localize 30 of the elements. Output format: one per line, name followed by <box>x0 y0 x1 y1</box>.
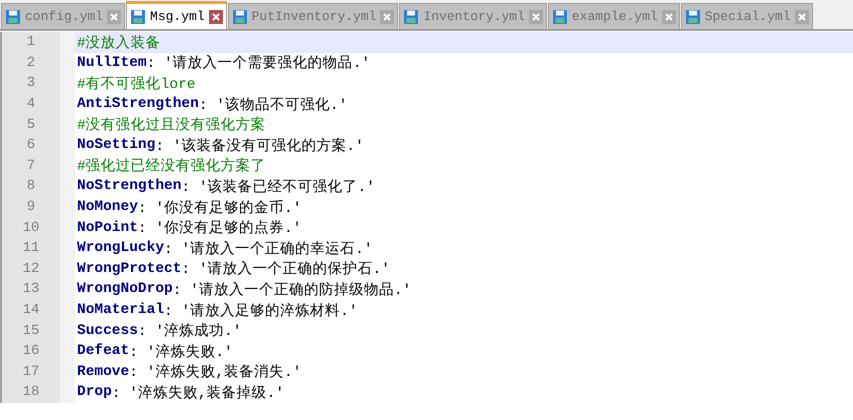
line-number: 8 <box>0 176 60 197</box>
line-number: 15 <box>0 320 60 341</box>
file-tab[interactable]: Inventory.yml <box>399 3 547 29</box>
line-number: 18 <box>0 382 60 403</box>
file-tab[interactable]: Special.yml <box>680 3 813 29</box>
line-number: 5 <box>0 114 60 135</box>
line-number: 1 <box>0 32 60 53</box>
close-icon[interactable] <box>528 10 543 24</box>
close-icon[interactable] <box>380 10 394 24</box>
line-number: 7 <box>0 156 60 176</box>
line-number: 10 <box>0 217 60 238</box>
line-number: 3 <box>0 73 60 94</box>
line-number: 9 <box>0 196 60 218</box>
close-icon[interactable] <box>107 10 122 24</box>
close-icon[interactable] <box>662 10 676 24</box>
line-number: 11 <box>0 238 60 259</box>
close-icon[interactable] <box>208 10 223 24</box>
line-number: 4 <box>0 94 60 114</box>
file-tab[interactable]: PutInventory.yml <box>228 3 398 29</box>
line-number: 16 <box>0 340 60 362</box>
line-number: 17 <box>0 362 60 382</box>
file-tab[interactable]: Msg.yml <box>126 1 227 29</box>
file-tab[interactable]: config.yml <box>1 3 126 29</box>
close-icon[interactable] <box>794 10 809 24</box>
line-number: 13 <box>0 279 60 300</box>
file-tab[interactable]: example.yml <box>548 3 680 29</box>
line-number: 12 <box>0 258 60 280</box>
line-number: 2 <box>0 52 60 74</box>
line-number: 14 <box>0 300 60 320</box>
line-number: 6 <box>0 134 60 156</box>
